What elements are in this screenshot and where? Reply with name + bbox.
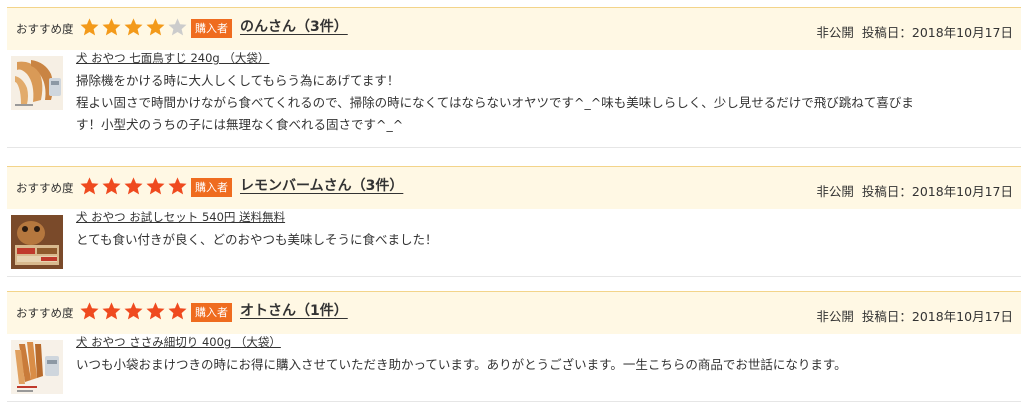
review-meta: 非公開 投稿日：2018年10月17日: [816, 306, 1013, 325]
review-item: おすすめ度 購入者 レモンバームさん（3件） 非公開 投稿日：2018年10月1…: [7, 166, 1021, 277]
review-meta: 非公開 投稿日：2018年10月17日: [816, 181, 1013, 200]
review-item: おすすめ度 購入者 オトさん（1件） 非公開 投稿日：2018年10月17日 犬: [7, 291, 1021, 402]
review-header: おすすめ度 購入者 レモンバームさん（3件） 非公開 投稿日：2018年10月1…: [7, 166, 1021, 209]
star-empty-icon: [168, 18, 187, 36]
star-filled-icon: [146, 302, 165, 320]
product-thumbnail-trial-set[interactable]: [11, 215, 63, 269]
comment-line: とても食い付きが良く、どのおやつも美味しそうに食べました！: [76, 232, 438, 247]
star-rating: [79, 176, 188, 198]
star-filled-icon: [80, 177, 99, 195]
reviewer-name-link[interactable]: のんさん（3件）: [240, 16, 348, 36]
buyer-badge: 購入者: [191, 303, 232, 322]
product-link[interactable]: 犬 おやつ お試しセット 540円 送料無料: [76, 209, 285, 225]
review-comment: 掃除機をかける時に大人しくしてもらう為にあげてます！ 程よい固さで時間かけながら…: [76, 70, 1021, 136]
comment-line: す！小型犬のうちの子には無理なく食べれる固さです^_^: [76, 117, 404, 132]
review-header: おすすめ度 購入者 のんさん（3件） 非公開 投稿日：2018年10月17日: [7, 7, 1021, 50]
review-body: 犬 おやつ ささみ細切り 400g （大袋） いつも小袋おまけつきの時にお得に購…: [7, 334, 1021, 402]
product-link[interactable]: 犬 おやつ ささみ細切り 400g （大袋）: [76, 334, 281, 350]
star-filled-icon: [168, 302, 187, 320]
star-filled-icon: [124, 177, 143, 195]
star-filled-icon: [146, 18, 165, 36]
star-filled-icon: [102, 18, 121, 36]
review-body: 犬 おやつ お試しセット 540円 送料無料 とても食い付きが良く、どのおやつも…: [7, 209, 1021, 277]
review-comment: とても食い付きが良く、どのおやつも美味しそうに食べました！: [76, 229, 1021, 251]
post-date: 投稿日：2018年10月17日: [861, 184, 1013, 199]
review-body: 犬 おやつ 七面鳥すじ 240g （大袋） 掃除機をかける時に大人しくしてもらう…: [7, 50, 1021, 148]
post-date: 投稿日：2018年10月17日: [861, 309, 1013, 324]
recommend-label: おすすめ度: [16, 181, 74, 195]
star-filled-icon: [124, 302, 143, 320]
star-filled-icon: [80, 302, 99, 320]
review-header: おすすめ度 購入者 オトさん（1件） 非公開 投稿日：2018年10月17日: [7, 291, 1021, 334]
star-filled-icon: [80, 18, 99, 36]
privacy-label: 非公開: [816, 309, 854, 324]
post-date: 投稿日：2018年10月17日: [861, 25, 1013, 40]
star-filled-icon: [124, 18, 143, 36]
review-meta: 非公開 投稿日：2018年10月17日: [816, 22, 1013, 41]
star-filled-icon: [102, 177, 121, 195]
comment-line: 掃除機をかける時に大人しくしてもらう為にあげてます！: [76, 73, 400, 88]
recommend-label: おすすめ度: [16, 306, 74, 320]
privacy-label: 非公開: [816, 184, 854, 199]
star-rating: [79, 17, 188, 39]
star-filled-icon: [168, 177, 187, 195]
product-link[interactable]: 犬 おやつ 七面鳥すじ 240g （大袋）: [76, 50, 269, 66]
product-thumbnail-chicken-tendon[interactable]: [11, 56, 63, 110]
review-comment: いつも小袋おまけつきの時にお得に購入させていただき助かっています。ありがとうござ…: [76, 354, 1021, 376]
star-rating: [79, 301, 188, 323]
recommend-label: おすすめ度: [16, 22, 74, 36]
reviewer-name-link[interactable]: レモンバームさん（3件）: [240, 175, 403, 195]
privacy-label: 非公開: [816, 25, 854, 40]
star-filled-icon: [102, 302, 121, 320]
review-list: おすすめ度 購入者 のんさん（3件） 非公開 投稿日：2018年10月17日 犬…: [0, 0, 1024, 406]
comment-line: 程よい固さで時間かけながら食べてくれるので、掃除の時になくてはならないオヤツです…: [76, 95, 914, 110]
comment-line: いつも小袋おまけつきの時にお得に購入させていただき助かっています。ありがとうござ…: [76, 357, 847, 372]
star-filled-icon: [146, 177, 165, 195]
buyer-badge: 購入者: [191, 19, 232, 38]
product-thumbnail-sasami-strips[interactable]: [11, 340, 63, 394]
reviewer-name-link[interactable]: オトさん（1件）: [240, 300, 348, 320]
review-item: おすすめ度 購入者 のんさん（3件） 非公開 投稿日：2018年10月17日 犬…: [7, 7, 1021, 148]
buyer-badge: 購入者: [191, 178, 232, 197]
